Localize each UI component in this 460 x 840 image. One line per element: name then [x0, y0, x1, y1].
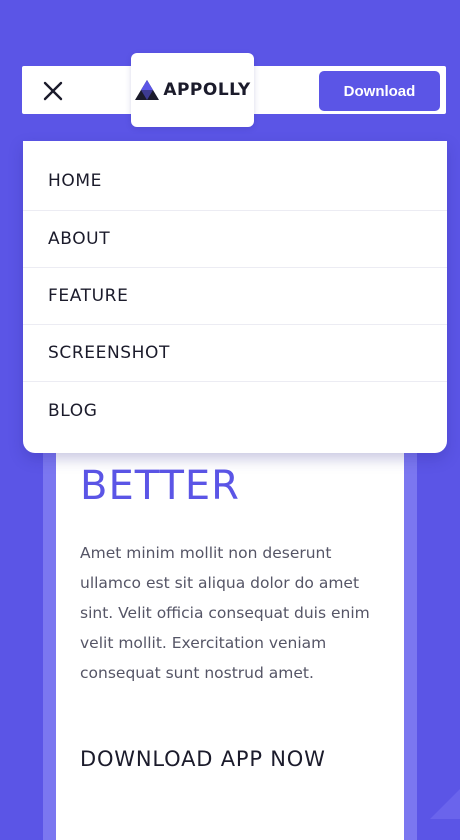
menu-item-about[interactable]: ABOUT — [23, 211, 447, 268]
close-icon — [43, 81, 63, 101]
brand-logo[interactable]: APPOLLY — [131, 53, 254, 127]
download-button[interactable]: Download — [319, 71, 440, 111]
hero-description: Amet minim mollit non deserunt ullamco e… — [80, 544, 370, 682]
menu-item-blog[interactable]: BLOG — [23, 382, 447, 439]
menu-item-home[interactable]: HOME — [23, 141, 447, 211]
triangle-logo-icon — [135, 80, 160, 100]
menu-item-feature[interactable]: FEATURE — [23, 268, 447, 325]
dropdown-menu: HOME ABOUT FEATURE SCREENSHOT BLOG — [23, 141, 447, 453]
close-menu-button[interactable] — [40, 78, 66, 104]
corner-decoration — [430, 789, 460, 819]
brand-name: APPOLLY — [163, 80, 251, 100]
download-app-heading: DOWNLOAD APP NOW — [80, 747, 326, 771]
menu-item-screenshot[interactable]: SCREENSHOT — [23, 325, 447, 382]
hero-heading: BETTER — [80, 463, 240, 509]
